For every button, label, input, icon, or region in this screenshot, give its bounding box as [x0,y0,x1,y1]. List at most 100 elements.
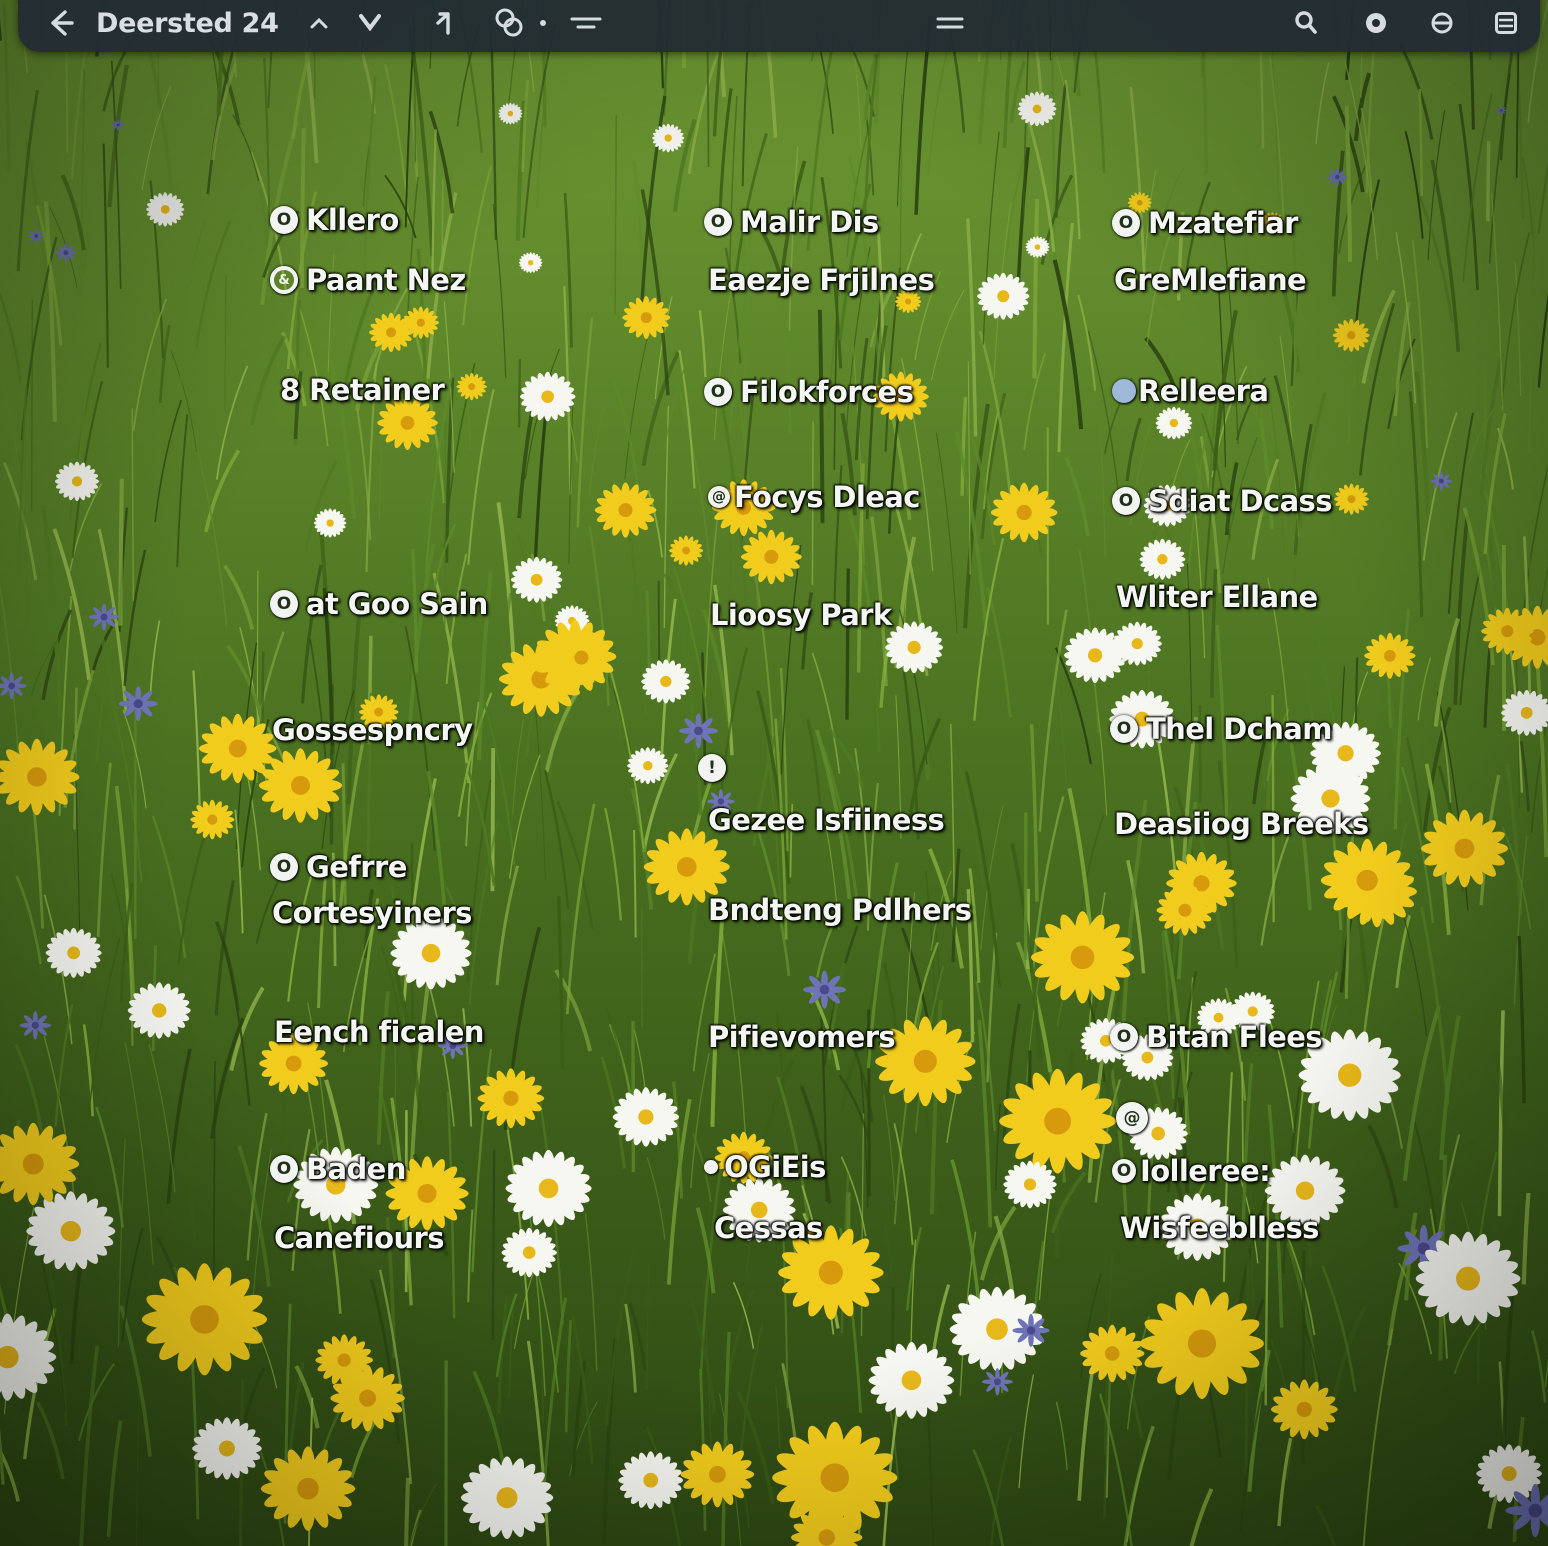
lines-icon[interactable] [566,0,606,46]
desktop-icon-label: Iolleree: [1140,1154,1271,1188]
app-badge-icon: O [1112,209,1140,237]
flower [680,1441,755,1508]
flower [550,630,613,686]
desktop-icon-label: at Goo Sain [306,587,488,621]
desktop-icon-label: Cessas [714,1211,823,1245]
grass-blade [845,568,850,720]
grass-blade [329,684,334,845]
search-icon[interactable] [1288,0,1324,46]
desktop-icon-label: 8 Retainer [280,373,445,407]
desktop-icon-label: Pifievomers [708,1020,896,1054]
desktop-icon[interactable]: Cessas [714,1211,823,1245]
flower [1080,1324,1145,1383]
desktop-icon-label: Bitan Flees [1146,1020,1323,1054]
grass-blade [404,1477,411,1546]
desktop-icon[interactable]: Wliter Ellane [1116,580,1318,614]
flower [1140,1288,1264,1399]
desktop-icon[interactable]: GreMlefiane [1114,263,1307,297]
desktop-icon[interactable]: ! [698,754,734,782]
flower [88,603,120,631]
list-icon[interactable] [1488,0,1524,46]
flower [141,1263,267,1376]
flower [1320,838,1414,922]
desktop-icon-label: Cortesyiners [272,896,472,930]
flower [1496,105,1507,115]
desktop-icon-label: Thel Dcham [1146,712,1332,746]
gear-icon[interactable] [1424,0,1460,46]
desktop-icon[interactable]: Gossespncry [272,713,473,747]
desktop-icon[interactable]: O Thel Dcham [1110,712,1332,746]
desktop-icon-label: Deasiiog Breeks [1114,807,1369,841]
desktop-icon[interactable]: O Mzatefiar [1112,206,1298,240]
desktop-icon[interactable]: Relleera [1112,374,1269,408]
desktop-icon[interactable]: Bndteng Pdlhers [708,893,972,927]
desktop-icon-label: Wliter Ellane [1116,580,1318,614]
desktop-icon[interactable]: @ [1116,1102,1156,1134]
app-badge-icon: O [270,206,298,234]
desktop-icon-label: OGiEis [724,1150,826,1184]
flower [1012,1314,1050,1347]
dot-icon [536,0,550,46]
desktop-icon-label: Canefiours [274,1221,444,1255]
app-badge-icon: O [1112,1159,1136,1183]
chevron-down-icon[interactable] [354,0,386,46]
flower [594,482,657,538]
back-arrow-icon[interactable] [40,0,80,46]
desktop-icon-label: Sdiat Dcass [1148,484,1332,518]
desktop-icon-label: Gefrre [306,850,407,884]
desktop-icon-label: Kllero [306,203,399,237]
desktop-icon[interactable]: Eench ficalen [274,1015,484,1049]
flower [198,713,277,784]
desktop-icon-label: Eaezje Frjilnes [708,263,935,297]
app-badge-icon: O [1110,1023,1138,1051]
drag-handle-icon[interactable] [930,0,970,46]
flower [111,119,125,131]
desktop-icon[interactable]: Wisfeeblless [1120,1211,1319,1245]
desktop-icon[interactable]: O Baden [270,1152,406,1186]
flower [1420,809,1509,888]
link-icon[interactable] [488,0,532,46]
desktop-icon[interactable]: O Kllero [270,203,399,237]
desktop-icon[interactable]: Lioosy Park [710,598,892,632]
desktop-icon[interactable]: Gezee Isfiiness [708,803,945,837]
flower [1430,471,1453,491]
desktop-icon[interactable]: Eaezje Frjilnes [708,263,935,297]
chevron-up-icon[interactable] [306,0,332,46]
flower [622,296,671,339]
desktop-icon[interactable]: Pifievomers [708,1020,896,1054]
desktop-icon[interactable]: Canefiours [274,1221,444,1255]
desktop-icon[interactable]: Deasiiog Breeks [1114,807,1369,841]
desktop-icon[interactable]: Cortesyiners [272,896,472,930]
flower [740,529,802,585]
desktop-icon[interactable]: O Gefrre [270,850,407,884]
flower [982,1368,1013,1396]
grass-blade [1486,141,1491,222]
desktop-icon[interactable]: 8 Retainer [280,373,445,407]
desktop-icon-label: Gossespncry [272,713,473,747]
top-bar: Deersted 24 [18,0,1540,52]
app-badge-icon: O [704,378,732,406]
flower [990,482,1058,543]
app-badge-icon: O [270,853,298,881]
desktop-icon[interactable]: O Filokforces [704,375,914,409]
flower [19,1011,52,1040]
flower [477,1068,545,1129]
flower [1332,318,1370,352]
desktop-icon[interactable]: OGiEis [704,1150,826,1184]
desktop-icon[interactable]: O Malir Dis [704,205,879,239]
desktop-icon-label: Malir Dis [740,205,879,239]
desktop-icon-label: Paant Nez [306,263,466,297]
app-badge-icon: O [1110,715,1138,743]
desktop-icon[interactable]: O Iolleree: [1112,1154,1271,1188]
desktop-icon[interactable]: @ Focys Dleac [708,480,920,514]
alert-icon: ! [698,754,726,782]
desktop-icon[interactable]: O Sdiat Dcass [1112,484,1332,518]
record-icon[interactable] [1358,0,1394,46]
grass-blade [394,1032,397,1163]
desktop-icon[interactable]: & Paant Nez [270,263,466,297]
desktop-icon[interactable]: O at Goo Sain [270,587,488,621]
corner-arrow-icon[interactable] [426,0,462,46]
desktop-icon-label: Wisfeeblless [1120,1211,1319,1245]
window-title[interactable]: Deersted 24 [96,0,279,46]
desktop-icon[interactable]: O Bitan Flees [1110,1020,1323,1054]
